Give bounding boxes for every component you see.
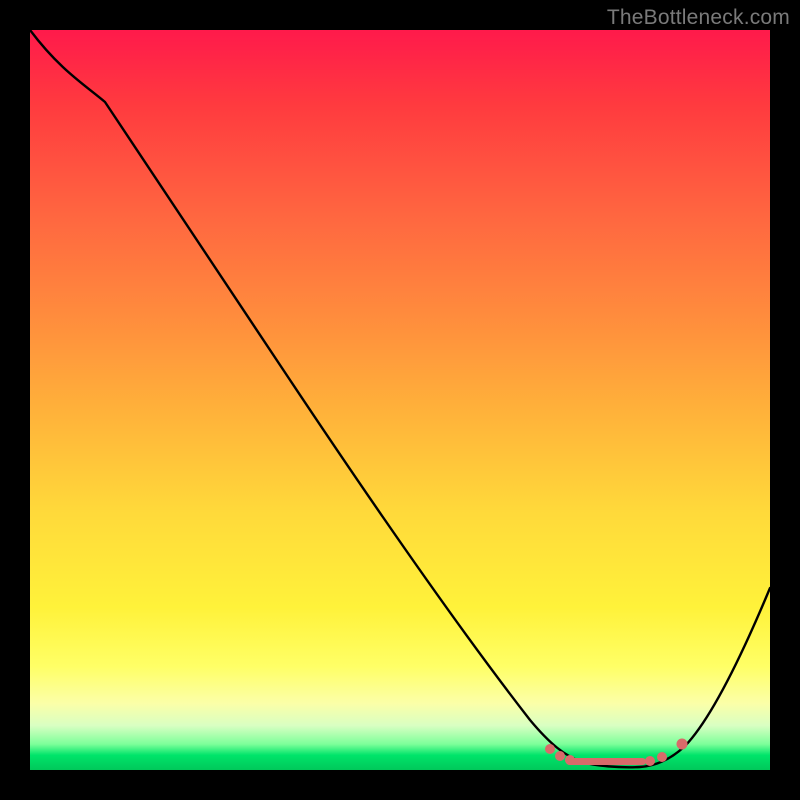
plot-area [30,30,770,770]
optimal-markers [545,739,688,767]
chart-frame: TheBottleneck.com [0,0,800,800]
marker-dot [565,755,575,765]
marker-dot [555,751,565,761]
marker-dot [657,752,667,762]
marker-dot [677,739,688,750]
marker-dot [545,744,555,754]
marker-dot [645,756,655,766]
curve-path [30,30,770,767]
bottleneck-curve [30,30,770,770]
watermark-text: TheBottleneck.com [607,6,790,30]
marker-bar [566,758,646,765]
